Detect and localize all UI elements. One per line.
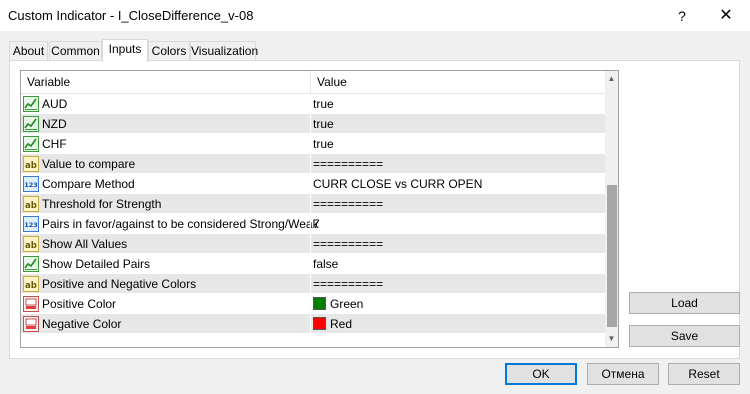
- svg-text:ab: ab: [25, 161, 37, 171]
- grid-row[interactable]: 123 Pairs in favor/against to be consider…: [21, 214, 605, 234]
- row-value[interactable]: 7: [313, 217, 320, 231]
- tab-visualization[interactable]: Visualization: [190, 41, 258, 60]
- svg-text:123: 123: [24, 221, 38, 229]
- scroll-up-arrow-icon[interactable]: ▲: [605, 71, 618, 87]
- bool-chart-icon: [23, 116, 39, 132]
- cell-divider: [310, 114, 311, 134]
- column-divider[interactable]: [310, 71, 311, 93]
- cell-divider: [310, 234, 311, 254]
- cell-divider: [310, 274, 311, 294]
- color-swatch: [313, 297, 326, 310]
- color-name: Green: [330, 297, 364, 311]
- grid-row[interactable]: Positive Color Green: [21, 294, 605, 314]
- inputs-grid: Variable Value AUD true NZD true CHF true ab Va…: [20, 70, 619, 348]
- row-variable-name: AUD: [42, 97, 68, 111]
- cell-divider: [310, 294, 311, 314]
- color-palette-icon: [23, 296, 39, 312]
- column-header-variable[interactable]: Variable: [27, 75, 70, 89]
- ok-button[interactable]: OK: [505, 363, 577, 385]
- row-value[interactable]: true: [313, 97, 334, 111]
- grid-row[interactable]: Negative Color Red: [21, 314, 605, 334]
- column-header-value[interactable]: Value: [317, 75, 347, 89]
- grid-rows: AUD true NZD true CHF true ab Value to compare =…: [21, 94, 605, 334]
- reset-button[interactable]: Reset: [668, 363, 740, 385]
- cell-divider: [310, 214, 311, 234]
- cell-divider: [310, 194, 311, 214]
- cell-divider: [310, 94, 311, 114]
- grid-row[interactable]: ab Value to compare ==========: [21, 154, 605, 174]
- save-button[interactable]: Save: [629, 325, 740, 347]
- color-palette-icon: [23, 316, 39, 332]
- enum-123-icon: 123: [23, 176, 39, 192]
- row-variable-name: Positive and Negative Colors: [42, 277, 197, 291]
- grid-row[interactable]: 123 Compare Method CURR CLOSE vs CURR OPEN: [21, 174, 605, 194]
- svg-text:123: 123: [24, 181, 38, 189]
- bool-chart-icon: [23, 256, 39, 272]
- grid-row[interactable]: ab Show All Values ==========: [21, 234, 605, 254]
- string-ab-icon: ab: [23, 236, 39, 252]
- row-value[interactable]: ==========: [313, 237, 383, 251]
- load-button[interactable]: Load: [629, 292, 740, 314]
- svg-text:ab: ab: [25, 281, 37, 291]
- color-swatch: [313, 317, 326, 330]
- row-value[interactable]: ==========: [313, 197, 383, 211]
- row-value[interactable]: false: [313, 257, 338, 271]
- row-value[interactable]: true: [313, 117, 334, 131]
- window-title: Custom Indicator - I_CloseDifference_v-0…: [8, 8, 254, 23]
- bool-chart-icon: [23, 96, 39, 112]
- scroll-down-arrow-icon[interactable]: ▼: [605, 331, 618, 347]
- tab-colors[interactable]: Colors: [148, 41, 190, 60]
- title-bar: Custom Indicator - I_CloseDifference_v-0…: [0, 0, 750, 31]
- string-ab-icon: ab: [23, 196, 39, 212]
- cancel-button[interactable]: Отмена: [587, 363, 659, 385]
- row-variable-name: CHF: [42, 137, 67, 151]
- scroll-thumb[interactable]: [607, 185, 617, 327]
- bool-chart-icon: [23, 136, 39, 152]
- svg-text:ab: ab: [25, 201, 37, 211]
- tab-common[interactable]: Common: [49, 41, 102, 60]
- grid-row[interactable]: CHF true: [21, 134, 605, 154]
- grid-row[interactable]: Show Detailed Pairs false: [21, 254, 605, 274]
- color-name: Red: [330, 317, 353, 331]
- grid-row[interactable]: ab Positive and Negative Colors ==========: [21, 274, 605, 294]
- row-value[interactable]: Red: [313, 317, 352, 331]
- cell-divider: [310, 154, 311, 174]
- grid-row[interactable]: NZD true: [21, 114, 605, 134]
- grid-row[interactable]: ab Threshold for Strength ==========: [21, 194, 605, 214]
- close-button[interactable]: ✕: [712, 4, 740, 28]
- tab-about[interactable]: About: [9, 41, 48, 60]
- tab-inputs[interactable]: Inputs: [102, 39, 148, 62]
- string-ab-icon: ab: [23, 156, 39, 172]
- cell-divider: [310, 314, 311, 334]
- row-variable-name: Show All Values: [42, 237, 128, 251]
- enum-123-icon: 123: [23, 216, 39, 232]
- row-variable-name: Compare Method: [42, 177, 135, 191]
- row-variable-name: Show Detailed Pairs: [42, 257, 151, 271]
- row-variable-name: NZD: [42, 117, 67, 131]
- help-button[interactable]: ?: [668, 6, 696, 26]
- row-variable-name: Negative Color: [42, 317, 122, 331]
- row-value[interactable]: ==========: [313, 157, 383, 171]
- svg-text:ab: ab: [25, 241, 37, 251]
- string-ab-icon: ab: [23, 276, 39, 292]
- row-variable-name: Positive Color: [42, 297, 117, 311]
- vertical-scrollbar[interactable]: ▲ ▼: [605, 71, 618, 347]
- row-variable-name: Pairs in favor/against to be considered …: [42, 217, 319, 231]
- grid-row[interactable]: AUD true: [21, 94, 605, 114]
- row-variable-name: Threshold for Strength: [42, 197, 162, 211]
- cell-divider: [310, 134, 311, 154]
- cell-divider: [310, 254, 311, 274]
- grid-header: Variable Value: [21, 71, 605, 94]
- row-variable-name: Value to compare: [42, 157, 136, 171]
- row-value[interactable]: Green: [313, 297, 363, 311]
- row-value[interactable]: ==========: [313, 277, 383, 291]
- row-value[interactable]: true: [313, 137, 334, 151]
- cell-divider: [310, 174, 311, 194]
- row-value[interactable]: CURR CLOSE vs CURR OPEN: [313, 177, 482, 191]
